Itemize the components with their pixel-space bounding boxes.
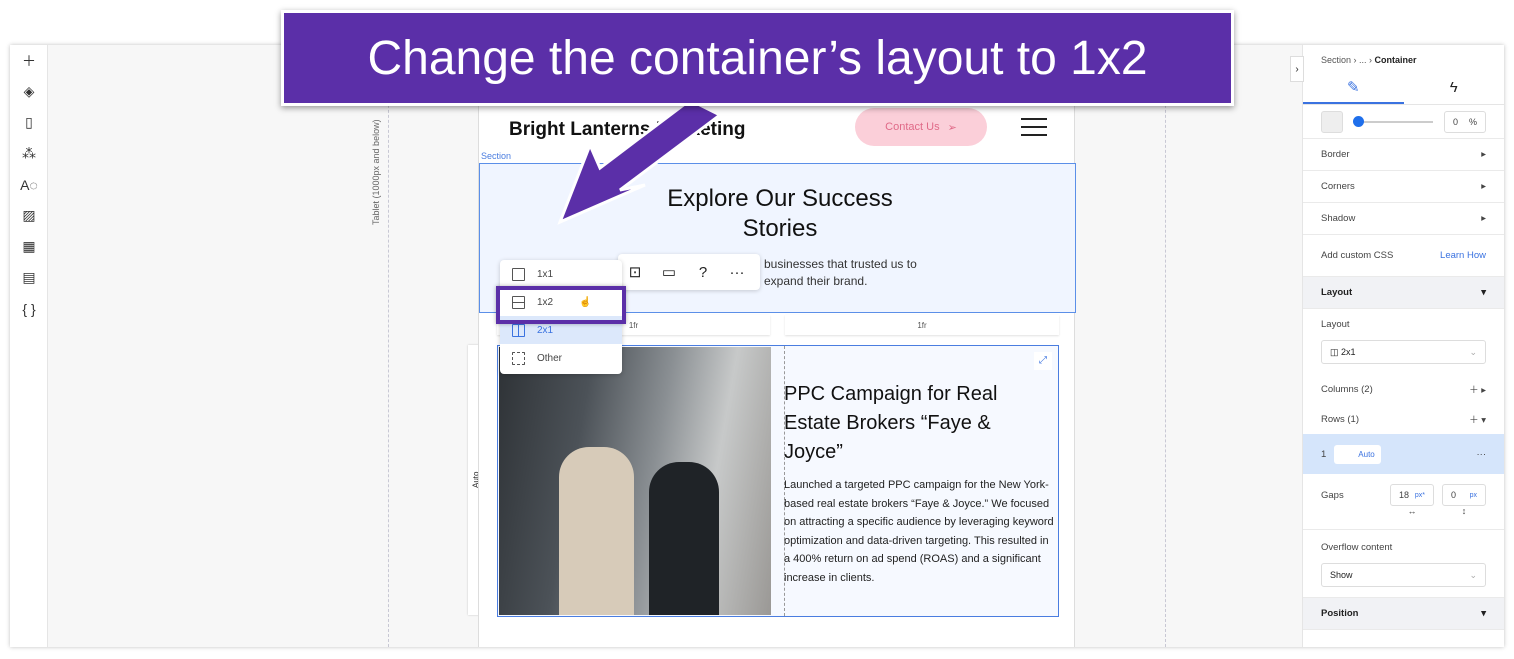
callout-banner: Change the container’s layout to 1x2	[281, 10, 1234, 106]
